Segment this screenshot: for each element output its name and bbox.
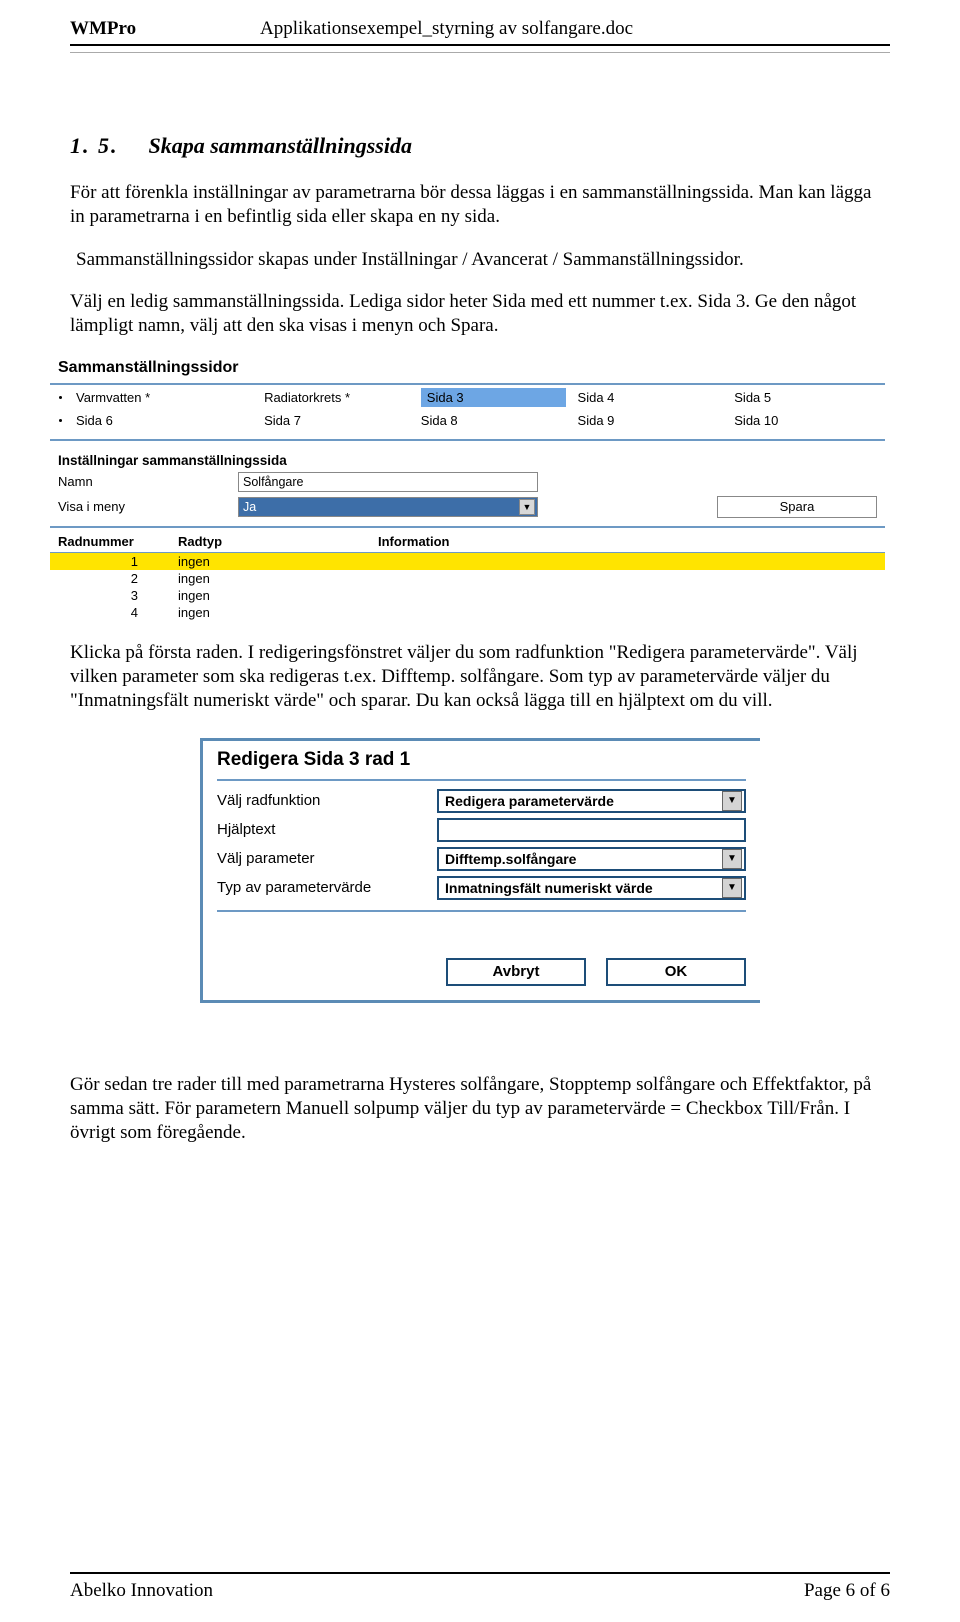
section-number: 1. 5. (70, 133, 119, 159)
parameter-label: Välj parameter (217, 850, 437, 867)
radfunktion-select[interactable]: Redigera parametervärde ▼ (437, 789, 746, 813)
header-rule (70, 52, 890, 53)
table-row[interactable]: 3 ingen (50, 587, 885, 604)
ok-button[interactable]: OK (606, 958, 746, 986)
ss1-title: Sammanställningssidor (50, 357, 885, 385)
ss1-tabs: Varmvatten * Radiatorkrets * Sida 3 Sida… (50, 385, 885, 472)
chevron-down-icon: ▼ (722, 878, 742, 898)
th-radtyp: Radtyp (178, 534, 378, 549)
footer-company: Abelko Innovation (70, 1580, 213, 1602)
tab-sida3-label: Sida 3 (421, 388, 566, 407)
chevron-down-icon: ▼ (519, 499, 535, 515)
chevron-down-icon: ▼ (722, 849, 742, 869)
ss1-section-label: Inställningar sammanställningssida (50, 443, 885, 472)
section-title: Skapa sammanställningssida (149, 133, 412, 158)
hjalptext-input[interactable] (437, 818, 746, 842)
bullet-icon (59, 396, 62, 399)
name-label: Namn (58, 474, 238, 489)
radfunktion-label: Välj radfunktion (217, 792, 437, 809)
footer-page: Page 6 of 6 (804, 1580, 890, 1602)
doc-title: Applikationsexempel_styrning av solfanga… (260, 18, 633, 40)
paragraph-2: Sammanställningssidor skapas under Instä… (76, 248, 890, 272)
tab-sida4[interactable]: Sida 4 (572, 387, 729, 408)
visa-label: Visa i meny (58, 499, 238, 514)
name-input[interactable] (238, 472, 538, 492)
screenshot-summary-pages: Sammanställningssidor Varmvatten * Radia… (50, 357, 885, 621)
tab-varmvatten[interactable]: Varmvatten * (70, 387, 258, 408)
ss2-title: Redigera Sida 3 rad 1 (217, 749, 746, 771)
parameter-select[interactable]: Difftemp.solfångare ▼ (437, 847, 746, 871)
cancel-button[interactable]: Avbryt (446, 958, 586, 986)
paragraph-3: Välj en ledig sammanställningssida. Ledi… (70, 290, 890, 339)
visa-select[interactable]: Ja ▼ (238, 497, 538, 517)
section-heading: 1. 5. Skapa sammanställningssida (70, 133, 890, 159)
spara-button[interactable]: Spara (717, 496, 877, 518)
visa-value: Ja (243, 500, 256, 514)
tab-radiatorkrets[interactable]: Radiatorkrets * (258, 387, 415, 408)
tab-sida3[interactable]: Sida 3 (415, 385, 572, 410)
th-information: Information (378, 534, 877, 549)
screenshot-edit-row: Redigera Sida 3 rad 1 Välj radfunktion R… (200, 738, 760, 1003)
page-footer: Abelko Innovation Page 6 of 6 (70, 1572, 890, 1602)
tab-sida5[interactable]: Sida 5 (728, 387, 885, 408)
tab-sida7[interactable]: Sida 7 (258, 410, 415, 431)
product-name: WMPro (70, 18, 260, 40)
paragraph-5: Gör sedan tre rader till med parametrarn… (70, 1073, 890, 1146)
bullet-icon (59, 419, 62, 422)
typ-select[interactable]: Inmatningsfält numeriskt värde ▼ (437, 876, 746, 900)
paragraph-1: För att förenkla inställningar av parame… (70, 181, 890, 230)
hjalptext-label: Hjälptext (217, 821, 437, 838)
table-row[interactable]: 2 ingen (50, 570, 885, 587)
ss1-table-header: Radnummer Radtyp Information (50, 528, 885, 553)
tab-sida8[interactable]: Sida 8 (415, 410, 572, 431)
page-header: WMPro Applikationsexempel_styrning av so… (70, 18, 890, 46)
tab-sida10[interactable]: Sida 10 (728, 410, 885, 431)
paragraph-4: Klicka på första raden. I redigeringsfön… (70, 641, 890, 714)
chevron-down-icon: ▼ (722, 791, 742, 811)
table-row[interactable]: 1 ingen (50, 553, 885, 570)
ss1-form: Namn Visa i meny Ja ▼ Spara (50, 472, 885, 518)
th-radnummer: Radnummer (58, 534, 178, 549)
tab-sida9[interactable]: Sida 9 (572, 410, 729, 431)
tab-sida6[interactable]: Sida 6 (70, 410, 258, 431)
table-row[interactable]: 4 ingen (50, 604, 885, 621)
typ-label: Typ av parametervärde (217, 879, 437, 896)
